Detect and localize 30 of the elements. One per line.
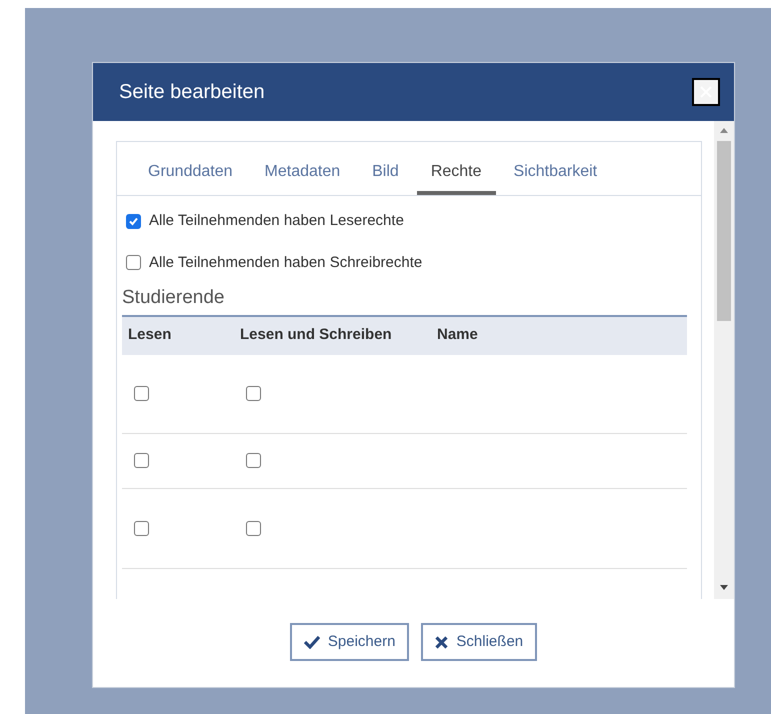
tab[interactable]: Grunddaten (134, 153, 247, 195)
tab[interactable]: Sichtbarkeit (500, 153, 612, 195)
column-header: Lesen (127, 325, 172, 346)
checkbox[interactable] (126, 255, 141, 270)
section-heading: Studierende (122, 286, 226, 310)
scroll-up-icon[interactable] (720, 128, 728, 133)
close-button[interactable] (692, 78, 720, 106)
checkbox[interactable] (246, 520, 261, 536)
check-icon (304, 635, 320, 649)
save-button[interactable]: Speichern (290, 623, 410, 661)
checkbox[interactable] (246, 453, 261, 468)
scroll-down-icon[interactable] (720, 585, 728, 590)
scrollbar-thumb[interactable] (717, 141, 731, 321)
checkbox-label: Alle Teilnehmenden haben Schreibrechte (149, 252, 422, 272)
checkbox[interactable] (134, 386, 149, 401)
checkbox-label: Alle Teilnehmenden haben Leserechte (149, 211, 404, 231)
checkbox[interactable] (126, 214, 141, 229)
tab[interactable]: Metadaten (250, 153, 354, 195)
tab[interactable]: Bild (358, 153, 413, 195)
dialog-title: Seite bearbeiten (119, 80, 265, 105)
tab[interactable]: Rechte (416, 153, 496, 195)
check-icon (128, 216, 139, 227)
column-header: Name (436, 325, 478, 346)
checkbox[interactable] (134, 520, 149, 536)
scrollbar[interactable] (714, 121, 734, 599)
close-icon (435, 636, 448, 648)
checkbox[interactable] (246, 386, 261, 401)
column-header: Lesen und Schreiben (239, 325, 393, 346)
close-button[interactable]: Schließen (421, 623, 538, 661)
checkbox[interactable] (134, 453, 149, 468)
